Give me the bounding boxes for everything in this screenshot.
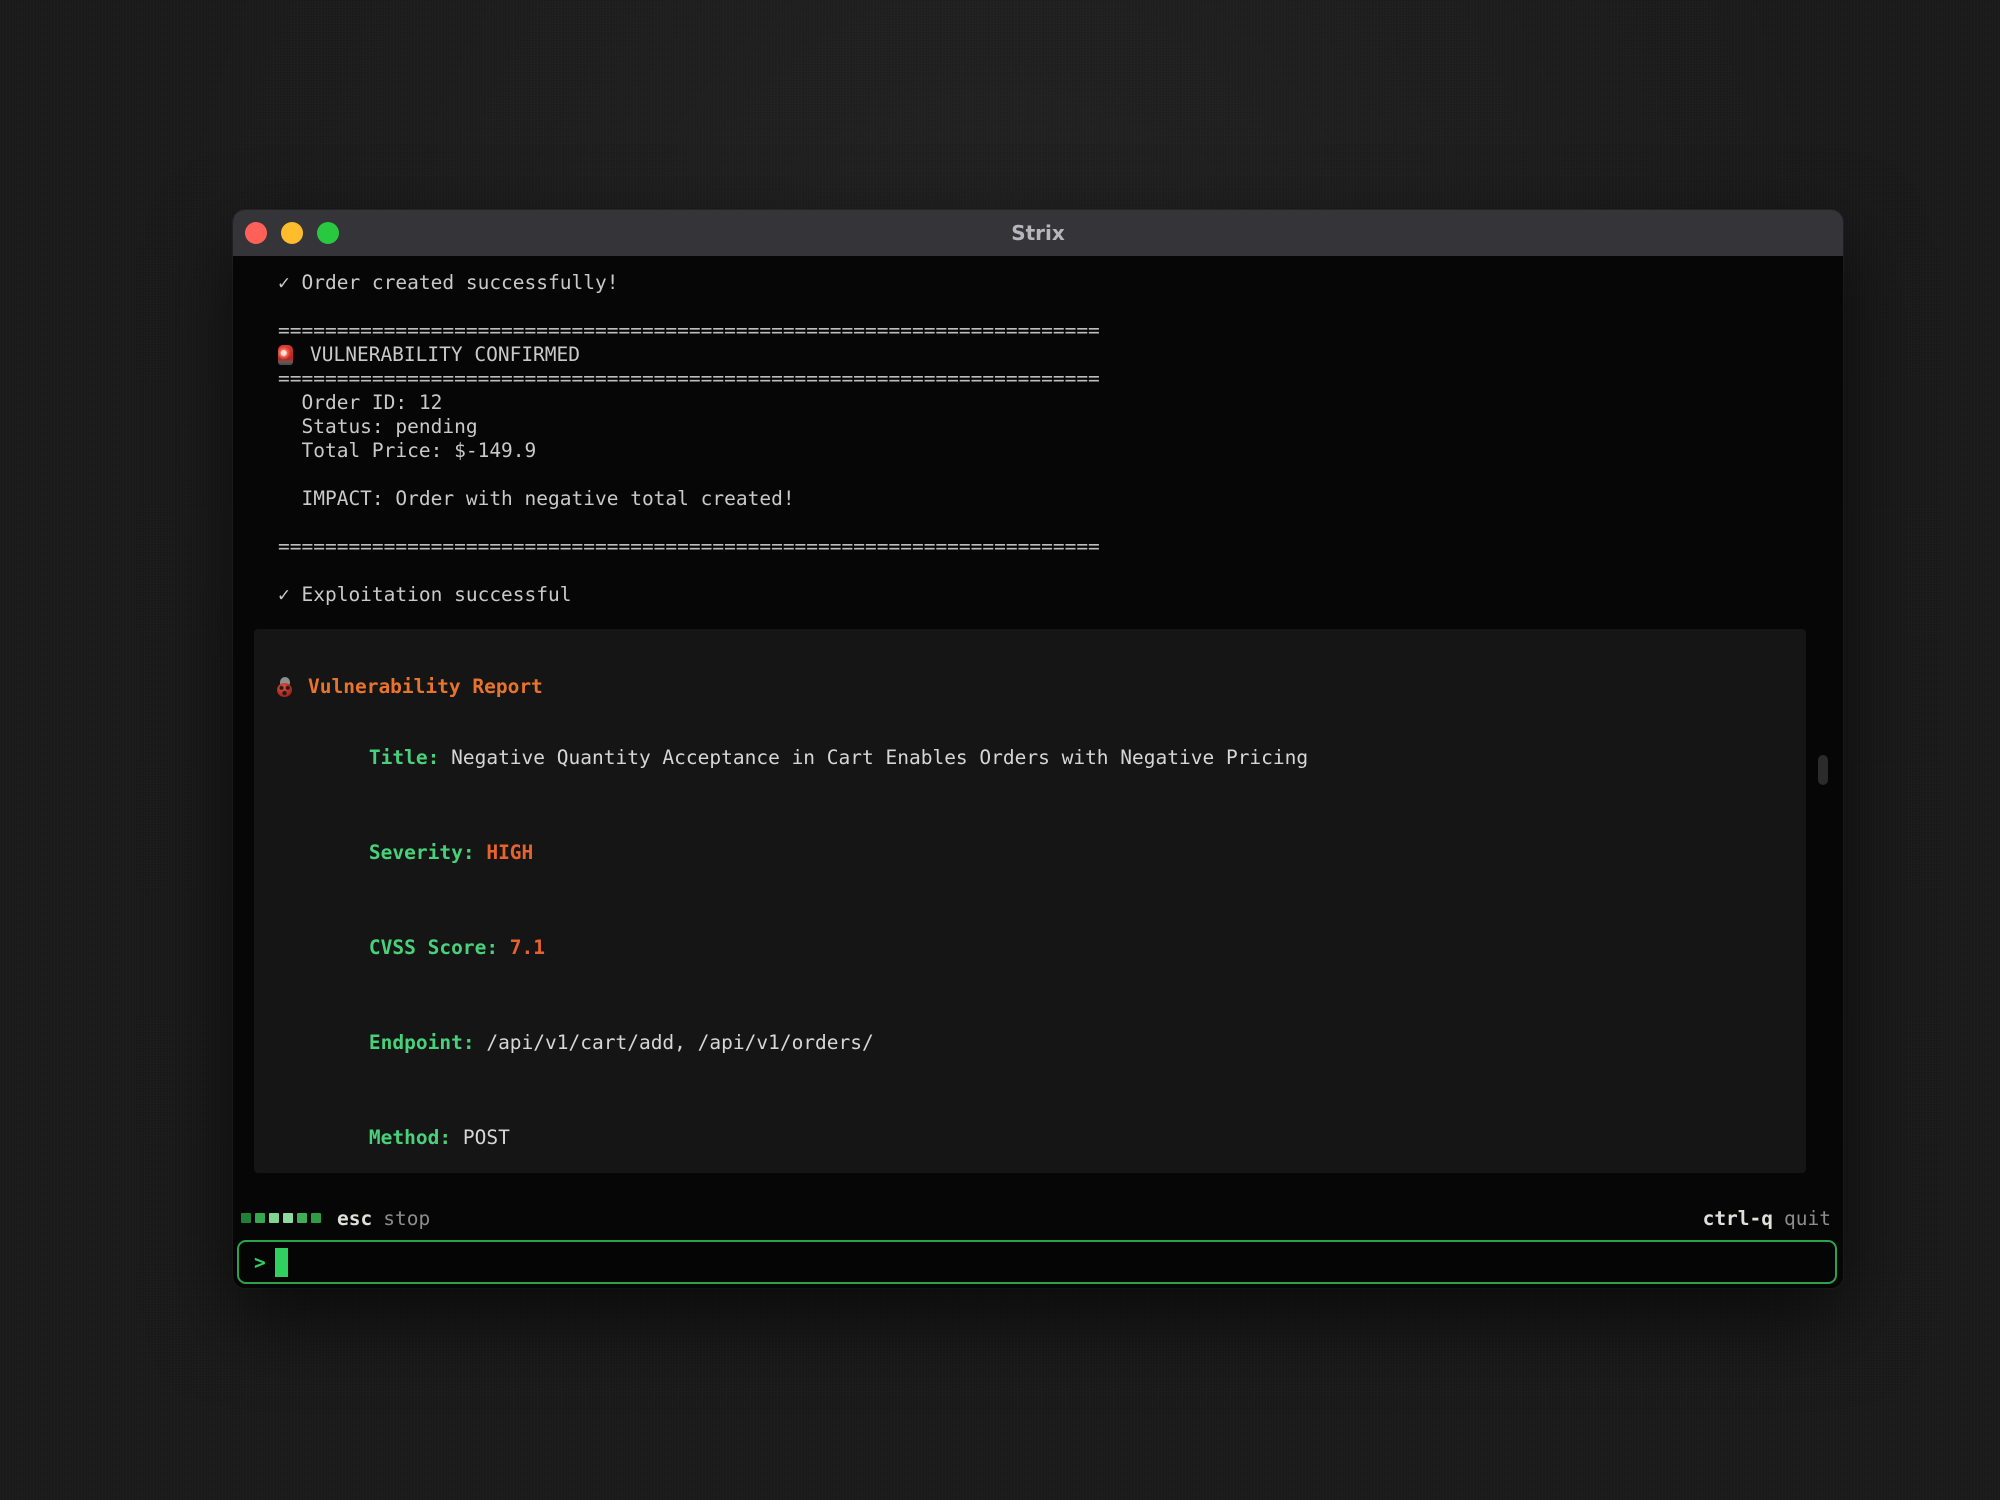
report-header: Vulnerability Report xyxy=(308,675,543,699)
alert-title-row: VULNERABILITY CONFIRMED xyxy=(278,343,1843,367)
esc-action-label: stop xyxy=(383,1207,430,1230)
quit-key-hint: ctrl-q xyxy=(1703,1207,1773,1230)
app-window: Strix ✓ Order created successfully! ====… xyxy=(233,210,1843,1288)
report-severity-row: Severity: HIGH xyxy=(275,817,1782,889)
impact-line: IMPACT: Order with negative total create… xyxy=(278,487,1843,511)
titlebar[interactable]: Strix xyxy=(233,210,1843,256)
cvss-score-value: 7.1 xyxy=(510,936,545,959)
method-label: Method: xyxy=(369,1126,451,1149)
vulnerability-report-panel[interactable]: Vulnerability Report Title: Negative Quan… xyxy=(254,629,1806,1173)
cvss-score-label: CVSS Score: xyxy=(369,936,498,959)
total-price-line: Total Price: $-149.9 xyxy=(278,439,1843,463)
command-input[interactable]: > xyxy=(237,1240,1837,1284)
title-value: Negative Quantity Acceptance in Cart Ena… xyxy=(451,746,1308,769)
log-success-order: ✓ Order created successfully! xyxy=(278,271,1843,295)
separator-line: ========================================… xyxy=(278,319,1843,343)
bug-icon xyxy=(275,677,294,697)
endpoint-value: /api/v1/cart/add, /api/v1/orders/ xyxy=(486,1031,873,1054)
severity-label: Severity: xyxy=(369,841,475,864)
report-header-row: Vulnerability Report xyxy=(275,675,1782,699)
separator-line: ========================================… xyxy=(278,367,1843,391)
severity-value: HIGH xyxy=(486,841,533,864)
status-left: esc stop xyxy=(241,1207,430,1230)
scrollbar-thumb[interactable] xyxy=(1818,755,1828,785)
siren-icon xyxy=(278,345,293,365)
separator-line: ========================================… xyxy=(278,535,1843,559)
status-bar: esc stop ctrl-q quit xyxy=(233,1205,1843,1231)
method-value: POST xyxy=(463,1126,510,1149)
report-endpoint-row: Endpoint: /api/v1/cart/add, /api/v1/order… xyxy=(275,1007,1782,1079)
terminal-content: ✓ Order created successfully! ==========… xyxy=(233,256,1843,1288)
quit-action-label: quit xyxy=(1784,1207,1831,1230)
report-cvss-score-row: CVSS Score: 7.1 xyxy=(275,912,1782,984)
terminal-log: ✓ Order created successfully! ==========… xyxy=(233,256,1843,607)
esc-key-hint: esc xyxy=(337,1207,372,1230)
status-right: ctrl-q quit xyxy=(1703,1207,1831,1230)
order-id-line: Order ID: 12 xyxy=(278,391,1843,415)
status-line: Status: pending xyxy=(278,415,1843,439)
title-label: Title: xyxy=(369,746,439,769)
window-title: Strix xyxy=(233,210,1843,256)
activity-spinner xyxy=(241,1213,321,1223)
report-method-row: Method: POST xyxy=(275,1102,1782,1173)
log-success-exploitation: ✓ Exploitation successful xyxy=(278,583,1843,607)
alert-title: VULNERABILITY CONFIRMED xyxy=(310,343,580,367)
report-title-row: Title: Negative Quantity Acceptance in Ca… xyxy=(275,722,1782,794)
input-prompt: > xyxy=(254,1251,266,1274)
endpoint-label: Endpoint: xyxy=(369,1031,475,1054)
text-cursor xyxy=(275,1248,288,1277)
